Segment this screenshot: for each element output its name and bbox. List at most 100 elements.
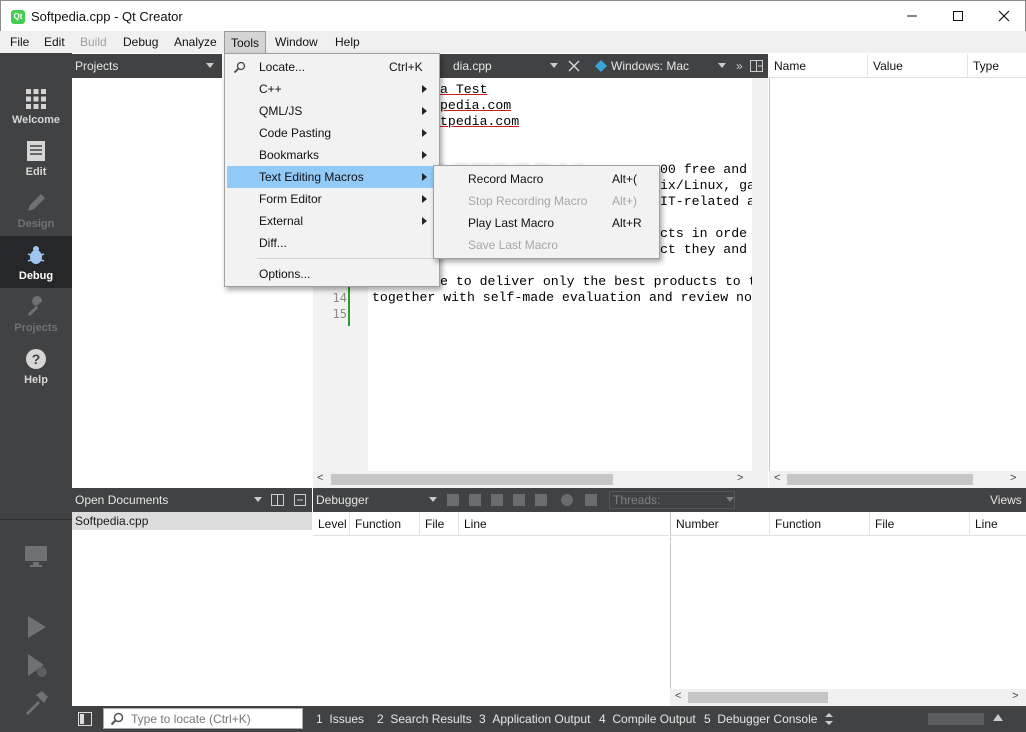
editor-horizontal-scrollbar[interactable]: < > bbox=[313, 471, 768, 488]
column-header[interactable]: Type bbox=[968, 54, 1026, 78]
output-tab-compile-output[interactable]: 4 Compile Output bbox=[599, 706, 696, 732]
open-documents-list[interactable]: Softpedia.cpp bbox=[72, 512, 312, 706]
column-header[interactable]: Line bbox=[970, 512, 1026, 536]
output-tab-search-results[interactable]: 2 Search Results bbox=[377, 706, 472, 732]
breakpoints-view[interactable] bbox=[670, 537, 1026, 689]
views-button[interactable]: Views bbox=[990, 488, 1022, 512]
menu-edit[interactable]: Edit bbox=[38, 31, 71, 53]
menu-help[interactable]: Help bbox=[329, 31, 366, 53]
tab-label: Issues bbox=[329, 712, 365, 726]
column-header[interactable]: File bbox=[870, 512, 970, 536]
mode-debug[interactable]: Debug bbox=[0, 236, 72, 288]
debugger-title[interactable]: Debugger bbox=[316, 488, 369, 512]
scroll-left-icon[interactable]: < bbox=[317, 472, 323, 484]
menu-item-external[interactable]: External bbox=[227, 210, 437, 232]
column-header[interactable]: Number bbox=[671, 512, 770, 536]
scroll-left-icon[interactable]: < bbox=[675, 690, 681, 702]
mode-welcome[interactable]: Welcome bbox=[0, 80, 72, 132]
dropdown-icon[interactable] bbox=[726, 497, 734, 502]
platform-combo[interactable]: Windows: Mac bbox=[611, 54, 689, 78]
scroll-right-icon[interactable]: > bbox=[737, 472, 743, 484]
menu-item-play-last-macro[interactable]: Play Last Macro Alt+R bbox=[436, 212, 657, 234]
maximize-button[interactable] bbox=[935, 1, 981, 31]
menu-item-stop-recording-macro[interactable]: Stop Recording Macro Alt+) bbox=[436, 190, 657, 212]
locals-horizontal-scrollbar[interactable]: < > bbox=[769, 471, 1026, 488]
menu-window[interactable]: Window bbox=[269, 31, 324, 53]
menu-item-cpp[interactable]: C++ bbox=[227, 78, 437, 100]
menu-debug[interactable]: Debug bbox=[117, 31, 164, 53]
stop-icon bbox=[469, 494, 481, 506]
mode-projects[interactable]: Projects bbox=[0, 288, 72, 340]
menu-analyze[interactable]: Analyze bbox=[168, 31, 223, 53]
dropdown-icon[interactable] bbox=[206, 63, 214, 68]
close-document-icon[interactable] bbox=[568, 60, 580, 72]
menu-item-save-last-macro[interactable]: Save Last Macro bbox=[436, 234, 657, 256]
close-window-button[interactable] bbox=[981, 1, 1026, 31]
open-documents-title[interactable]: Open Documents bbox=[75, 488, 168, 512]
mode-design[interactable]: Design bbox=[0, 184, 72, 236]
minimize-button[interactable] bbox=[889, 1, 935, 31]
stack-view[interactable] bbox=[313, 537, 669, 706]
locator-input[interactable]: Type to locate (Ctrl+K) bbox=[103, 708, 303, 729]
scroll-thumb[interactable] bbox=[688, 692, 828, 703]
close-pane-icon[interactable] bbox=[294, 494, 306, 506]
platform-icon bbox=[595, 60, 607, 72]
output-tab-application-output[interactable]: 3 Application Output bbox=[479, 706, 590, 732]
menu-item-qmljs[interactable]: QML/JS bbox=[227, 100, 437, 122]
split-icon[interactable] bbox=[750, 60, 763, 72]
scroll-right-icon[interactable]: > bbox=[1012, 690, 1018, 702]
menu-item-record-macro[interactable]: Record Macro Alt+( bbox=[436, 168, 657, 190]
mode-help[interactable]: ? Help bbox=[0, 340, 72, 392]
menu-item-code-pasting[interactable]: Code Pasting bbox=[227, 122, 437, 144]
column-header[interactable]: File bbox=[420, 512, 459, 536]
editor-vertical-scrollbar[interactable] bbox=[752, 78, 768, 471]
menu-item-bookmarks[interactable]: Bookmarks bbox=[227, 144, 437, 166]
column-header[interactable]: Level bbox=[313, 512, 350, 536]
tab-label: Search Results bbox=[390, 712, 472, 726]
column-header[interactable]: Name bbox=[769, 54, 868, 78]
help-icon: ? bbox=[26, 349, 46, 369]
more-icon[interactable]: » bbox=[736, 54, 743, 78]
menu-file[interactable]: File bbox=[4, 31, 35, 53]
breakpoints-horizontal-scrollbar[interactable]: < > bbox=[670, 689, 1026, 706]
menu-build[interactable]: Build bbox=[74, 31, 113, 53]
debug-run-icon[interactable] bbox=[22, 651, 50, 679]
file-combo[interactable]: dia.cpp bbox=[453, 54, 492, 78]
locals-view[interactable] bbox=[769, 78, 1026, 471]
output-tab-debugger-console[interactable]: 5 Debugger Console bbox=[704, 706, 817, 732]
dropdown-icon[interactable] bbox=[550, 63, 558, 68]
open-documents-header: Open Documents bbox=[72, 488, 312, 512]
menu-item-form-editor[interactable]: Form Editor bbox=[227, 188, 437, 210]
menu-item-options[interactable]: Options... bbox=[227, 263, 437, 285]
column-header[interactable]: Line bbox=[459, 512, 669, 536]
more-tabs-icon[interactable] bbox=[824, 713, 834, 725]
threads-combo[interactable]: Threads: bbox=[609, 491, 735, 509]
tab-number: 2 bbox=[377, 712, 384, 726]
scroll-right-icon[interactable]: > bbox=[1010, 472, 1016, 484]
menu-item-locate[interactable]: Locate... Ctrl+K bbox=[227, 56, 437, 78]
projects-pane-title[interactable]: Projects bbox=[75, 54, 118, 78]
list-item[interactable]: Softpedia.cpp bbox=[72, 512, 312, 530]
scroll-thumb[interactable] bbox=[331, 474, 613, 485]
menu-tools[interactable]: Tools bbox=[224, 31, 267, 53]
menu-item-diff[interactable]: Diff... bbox=[227, 232, 437, 254]
breakpoints-header: Number Function File Line bbox=[670, 512, 1026, 536]
run-icon[interactable] bbox=[22, 613, 50, 641]
menu-item-text-editing-macros[interactable]: Text Editing Macros bbox=[227, 166, 437, 188]
dropdown-icon[interactable] bbox=[429, 497, 437, 502]
expand-output-icon[interactable] bbox=[993, 714, 1003, 722]
scroll-left-icon[interactable]: < bbox=[774, 472, 780, 484]
monitor-icon[interactable] bbox=[22, 543, 50, 571]
column-header[interactable]: Value bbox=[868, 54, 968, 78]
hammer-icon[interactable] bbox=[22, 689, 50, 717]
dropdown-icon[interactable] bbox=[254, 497, 262, 502]
dropdown-icon[interactable] bbox=[718, 63, 726, 68]
output-tab-issues[interactable]: 1 Issues bbox=[316, 706, 364, 732]
mode-selector: Welcome Edit Design Debug Projects ? Hel… bbox=[0, 53, 72, 732]
column-header[interactable]: Function bbox=[770, 512, 870, 536]
split-icon[interactable] bbox=[271, 494, 284, 506]
toggle-sidebar-icon[interactable] bbox=[78, 712, 92, 726]
scroll-thumb[interactable] bbox=[787, 474, 973, 485]
mode-edit[interactable]: Edit bbox=[0, 132, 72, 184]
column-header[interactable]: Function bbox=[350, 512, 420, 536]
